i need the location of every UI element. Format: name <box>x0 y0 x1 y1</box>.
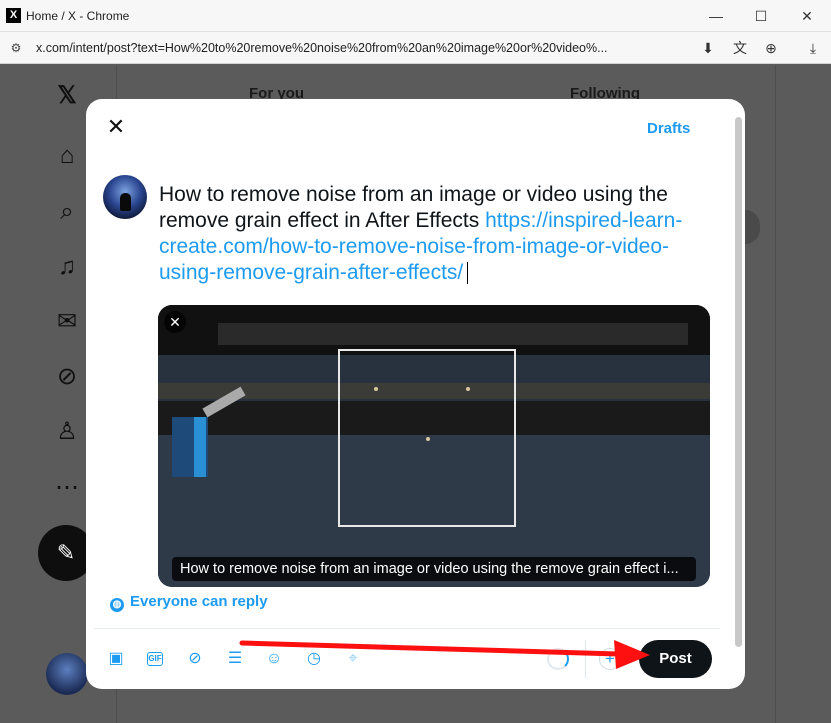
post-button[interactable]: Post <box>639 640 712 678</box>
x-logo-icon[interactable]: 𝕏 <box>52 81 82 111</box>
media-caption: How to remove noise from an image or vid… <box>172 557 696 581</box>
messages-icon[interactable]: ✉ <box>52 307 82 337</box>
text-caret <box>467 262 469 285</box>
grok-icon[interactable]: ⊘ <box>52 362 82 392</box>
close-window-button[interactable]: ✕ <box>794 6 820 26</box>
post-textarea[interactable]: How to remove noise from an image or vid… <box>159 182 719 286</box>
add-post-icon[interactable]: + <box>599 648 621 670</box>
reply-setting-button[interactable]: ◍ Everyone can reply <box>110 593 268 612</box>
browser-titlebar: X Home / X - Chrome — ☐ ✕ <box>0 0 831 32</box>
install-app-icon[interactable]: ⬇ <box>697 38 719 58</box>
download-icon[interactable]: ⤓ <box>802 38 824 58</box>
home-icon[interactable]: ⌂ <box>52 141 82 171</box>
profile-icon[interactable]: ♙ <box>52 417 82 447</box>
search-icon[interactable]: ⌕ <box>52 197 82 227</box>
media-icon[interactable]: ▣ <box>105 648 127 670</box>
grok-icon[interactable]: ⊘ <box>184 648 206 670</box>
reply-setting-label: Everyone can reply <box>130 593 268 610</box>
site-settings-icon[interactable]: ⚙ <box>8 40 24 56</box>
column-divider <box>775 65 776 723</box>
window-title: Home / X - Chrome <box>26 9 130 23</box>
character-count-ring <box>547 648 569 670</box>
poll-icon[interactable]: ☰ <box>224 648 246 670</box>
account-avatar[interactable] <box>46 653 88 695</box>
notifications-icon[interactable]: ♫ <box>52 252 82 282</box>
maximize-button[interactable]: ☐ <box>748 6 774 26</box>
minimize-button[interactable]: — <box>703 6 729 26</box>
translate-icon[interactable]: 文 <box>729 38 751 58</box>
drafts-button[interactable]: Drafts <box>647 120 690 137</box>
schedule-icon[interactable]: ◷ <box>303 648 325 670</box>
address-bar: ⚙ x.com/intent/post?text=How%20to%20remo… <box>0 32 831 64</box>
compose-modal: ✕ Drafts How to remove noise from an ima… <box>86 99 745 689</box>
zoom-icon[interactable]: ⊕ <box>760 38 782 58</box>
selection-box <box>338 349 516 527</box>
divider <box>94 628 720 629</box>
toolbar-separator <box>585 640 586 678</box>
globe-icon: ◍ <box>110 598 124 612</box>
modal-scrollbar[interactable] <box>735 117 742 647</box>
x-favicon-icon: X <box>6 8 21 23</box>
location-icon[interactable]: ⌖ <box>342 648 364 670</box>
close-icon[interactable]: ✕ <box>104 115 128 139</box>
media-preview: ✕ How to remove noise from an image or v… <box>158 305 710 587</box>
avatar <box>103 175 147 219</box>
more-icon[interactable]: ⋯ <box>52 473 82 503</box>
emoji-icon[interactable]: ☺ <box>263 648 285 670</box>
url-field[interactable]: x.com/intent/post?text=How%20to%20remove… <box>36 41 608 55</box>
remove-media-icon[interactable]: ✕ <box>164 311 186 333</box>
gif-icon[interactable]: GIF <box>147 652 163 666</box>
